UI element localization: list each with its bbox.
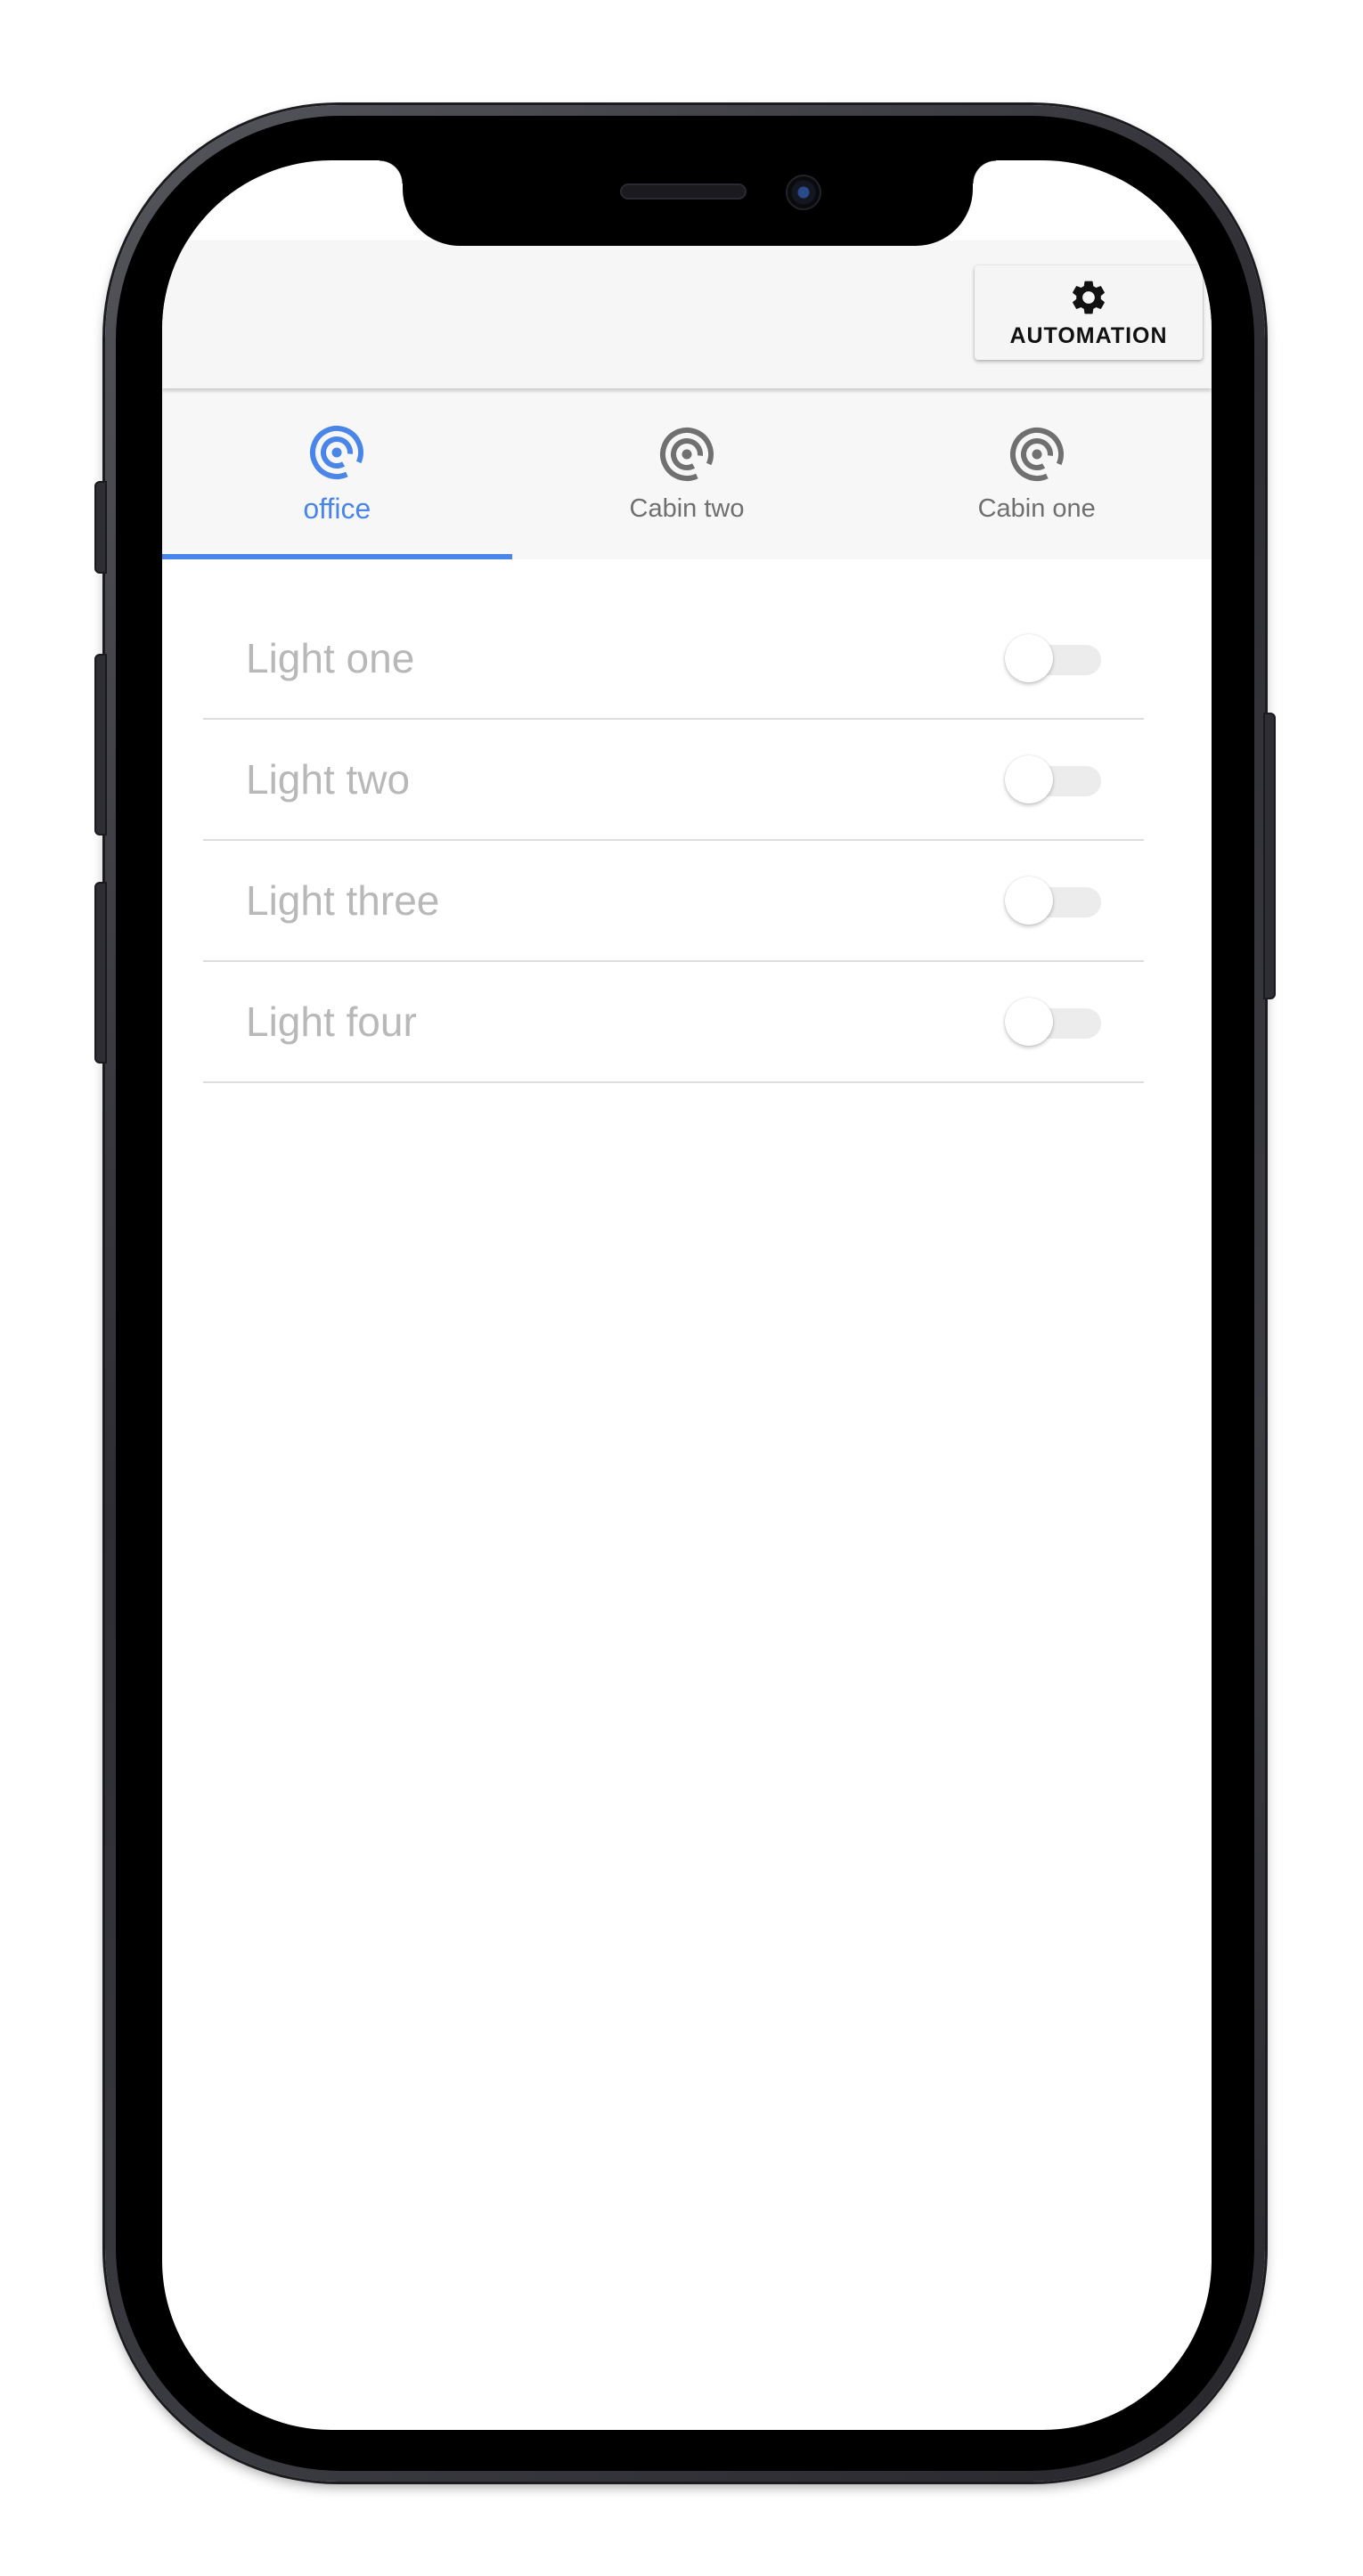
tab-label: Cabin two — [629, 493, 745, 523]
tab-cabin-one[interactable]: Cabin one — [861, 388, 1212, 559]
power-button — [1263, 713, 1276, 999]
toggle-knob — [1005, 998, 1053, 1046]
silent-switch — [94, 481, 107, 574]
broadcast-icon — [660, 427, 714, 481]
room-tab-bar: office Cabin two Cabin one — [162, 388, 1212, 559]
tab-label: office — [303, 492, 371, 525]
light-name: Light four — [246, 999, 417, 1045]
light-row-three: Light three — [203, 841, 1144, 962]
broadcast-icon — [1009, 427, 1064, 481]
light-one-toggle[interactable] — [1005, 634, 1103, 682]
volume-up-button — [94, 654, 107, 836]
light-row-four: Light four — [203, 962, 1144, 1083]
tab-label: Cabin one — [977, 493, 1096, 523]
light-name: Light one — [246, 635, 415, 681]
light-name: Light two — [246, 756, 411, 803]
front-camera — [786, 175, 821, 210]
automation-button[interactable]: AUTOMATION — [975, 265, 1203, 360]
screen: AUTOMATION office Cabin two Cabin one Li… — [162, 160, 1212, 2430]
toggle-knob — [1005, 876, 1053, 925]
tab-cabin-two[interactable]: Cabin two — [512, 388, 862, 559]
light-four-toggle[interactable] — [1005, 998, 1103, 1046]
light-three-toggle[interactable] — [1005, 876, 1103, 925]
tab-office[interactable]: office — [162, 388, 512, 559]
volume-down-button — [94, 882, 107, 1064]
light-row-two: Light two — [203, 720, 1144, 841]
broadcast-icon — [310, 425, 364, 479]
toggle-knob — [1005, 634, 1053, 682]
light-name: Light three — [246, 877, 440, 924]
gear-icon — [1073, 281, 1105, 314]
earpiece-speaker — [620, 183, 747, 200]
toggle-knob — [1005, 755, 1053, 803]
light-list: Light one Light two Light three Light fo… — [203, 599, 1144, 1083]
notch — [380, 160, 996, 246]
automation-label: AUTOMATION — [1009, 322, 1168, 348]
app-bar: AUTOMATION — [162, 240, 1212, 388]
light-two-toggle[interactable] — [1005, 755, 1103, 803]
light-row-one: Light one — [203, 599, 1144, 720]
